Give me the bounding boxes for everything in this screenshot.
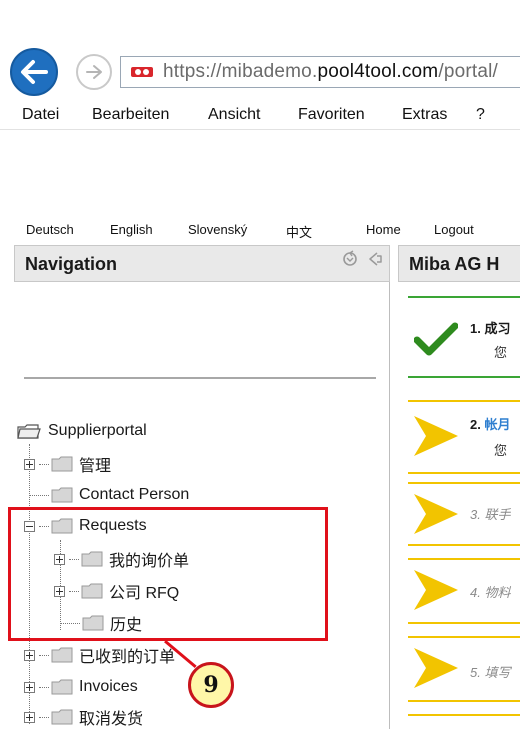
refresh-icon[interactable] (341, 250, 359, 268)
tree-item-guanli[interactable]: 管理 (24, 453, 111, 475)
collapse-icon[interactable] (367, 250, 383, 268)
expand-icon[interactable] (24, 711, 35, 723)
step-label: 1. 成习 (470, 321, 511, 336)
home-link[interactable]: Home (366, 222, 401, 237)
step-border (408, 472, 520, 474)
folder-icon (51, 456, 73, 472)
forward-arrow-icon (86, 65, 102, 79)
tree-item-label: 管理 (79, 458, 112, 475)
expand-icon[interactable] (24, 458, 35, 470)
step-1: 1. 成习 您 (408, 296, 520, 376)
highlight-box (8, 507, 328, 641)
folder-icon (51, 679, 73, 695)
callout-number-badge: 9 (188, 662, 234, 708)
menu-help[interactable]: ? (476, 106, 485, 124)
menu-datei[interactable]: Datei (22, 106, 59, 124)
arrow-right-icon (414, 648, 458, 688)
expand-icon[interactable] (24, 681, 35, 693)
certificate-icon (129, 64, 155, 80)
folder-icon (51, 709, 73, 725)
step-label: 5. 填写 (470, 665, 511, 680)
lang-deutsch[interactable]: Deutsch (26, 222, 74, 237)
tree-item-contact-person[interactable]: Contact Person (29, 484, 189, 506)
navigation-divider (24, 377, 376, 379)
menu-bar: Datei Bearbeiten Ansicht Favoriten Extra… (0, 100, 520, 130)
step-border (408, 700, 520, 702)
step-label: 3. 联手 (470, 507, 511, 522)
step-border (408, 376, 520, 378)
step-label: 2. 帐月 (470, 417, 511, 432)
main-title: Miba AG H (409, 254, 500, 274)
main-header: Miba AG H (398, 245, 520, 282)
tree-root[interactable]: Supplierportal (16, 420, 147, 442)
step-sub: 您 (494, 345, 508, 360)
forward-button[interactable] (76, 54, 112, 90)
menu-bearbeiten[interactable]: Bearbeiten (92, 106, 169, 124)
folder-icon (51, 487, 73, 503)
navigation-header: Navigation (14, 245, 390, 282)
step-label: 4. 物料 (470, 585, 511, 600)
menu-favoriten[interactable]: Favoriten (298, 106, 365, 124)
step-3: 3. 联手 (408, 482, 520, 544)
step-5: 5. 填写 (408, 636, 520, 698)
navigation-title: Navigation (25, 254, 118, 274)
url-text: https://mibademo.pool4tool.com/portal/ (163, 61, 499, 82)
address-bar[interactable]: https://mibademo.pool4tool.com/portal/ (120, 56, 520, 88)
language-bar: Deutsch English Slovenský 中文 Home Logout (0, 220, 520, 242)
window-top (0, 0, 520, 36)
portal-folder-icon (17, 424, 41, 439)
checkmark-icon (414, 322, 458, 356)
menu-extras[interactable]: Extras (402, 106, 447, 124)
tree-root-label: Supplierportal (48, 422, 147, 439)
tree-item-cancel-shipment[interactable]: 取消发货 (24, 706, 143, 728)
tree-item-orders[interactable]: 已收到的订单 (24, 644, 175, 666)
expand-icon[interactable] (24, 649, 35, 661)
tree-item-label: Invoices (79, 678, 138, 695)
back-arrow-icon (10, 48, 58, 96)
logout-link[interactable]: Logout (434, 222, 474, 237)
lang-slovensky[interactable]: Slovenský (188, 222, 247, 237)
step-border (408, 544, 520, 546)
step-2: 2. 帐月 您 (408, 400, 520, 472)
arrow-right-icon (414, 494, 458, 534)
tree-item-label: Contact Person (79, 486, 190, 503)
wizard-steps: 1. 成习 您 2. 帐月 您 3. 联手 4. 物料 5. 填写 (408, 296, 520, 729)
step-sub: 您 (494, 443, 508, 458)
back-button[interactable] (8, 48, 70, 96)
arrow-right-icon (414, 570, 458, 610)
menu-ansicht[interactable]: Ansicht (208, 106, 260, 124)
step-border (408, 622, 520, 624)
tree-item-label: 已收到的订单 (79, 649, 176, 666)
folder-icon (51, 647, 73, 663)
step-border (408, 714, 520, 716)
lang-english[interactable]: English (110, 222, 153, 237)
lang-chinese[interactable]: 中文 (286, 222, 312, 241)
tree-item-label: 取消发货 (79, 711, 144, 728)
step-4: 4. 物料 (408, 558, 520, 620)
arrow-right-icon (414, 416, 458, 456)
tree-item-invoices[interactable]: Invoices (24, 676, 138, 698)
